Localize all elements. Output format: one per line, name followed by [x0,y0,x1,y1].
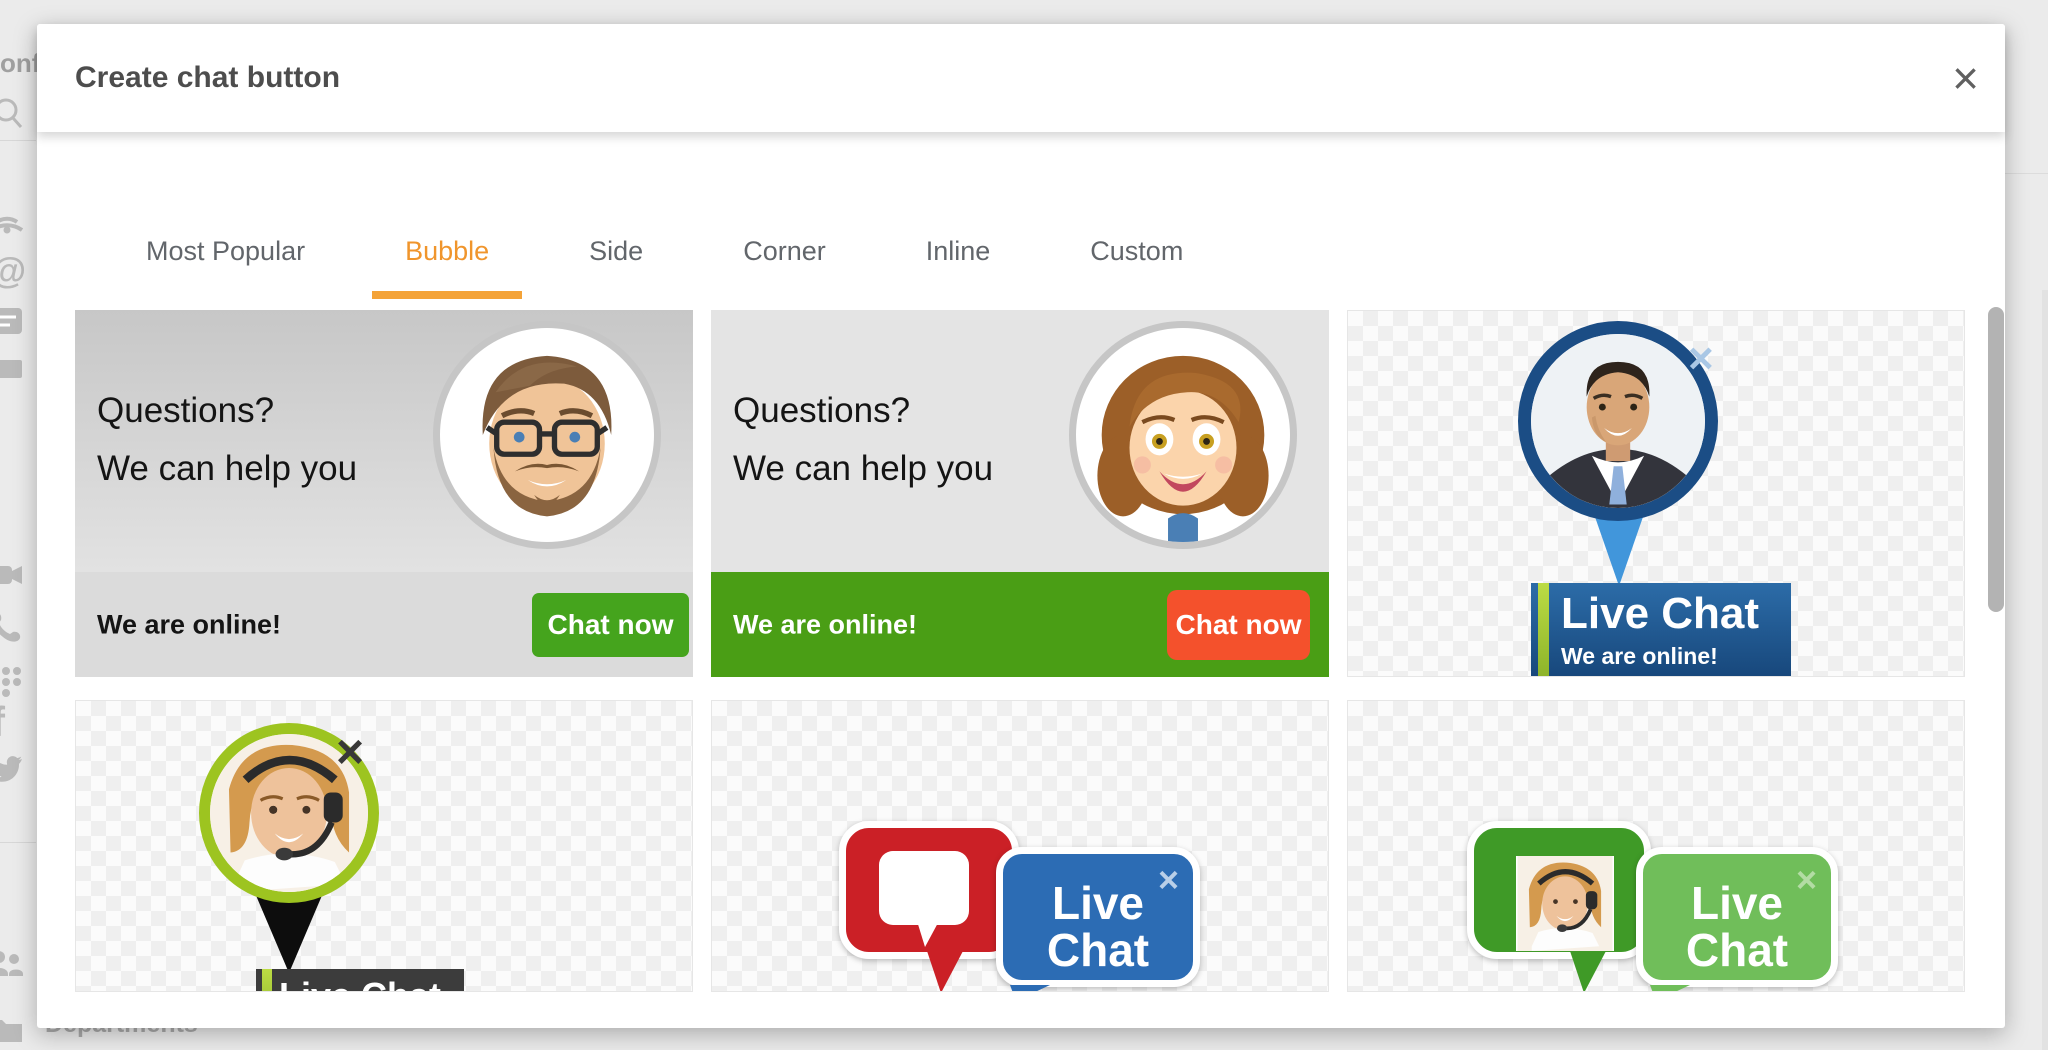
facebook-icon[interactable]: f [0,698,5,746]
accent-stripe [1538,583,1549,677]
template-card-banner-green[interactable]: Questions? We can help you [711,310,1329,677]
twitter-icon[interactable] [0,752,24,786]
modal-title: Create chat button [75,61,340,95]
modal-scrollbar-thumb[interactable] [1988,307,2004,612]
folder-icon[interactable] [0,1012,24,1046]
preview-close-icon: × [1158,862,1179,898]
status-text: We are online! [733,609,917,640]
preview-close-icon: × [336,729,364,777]
speech-line2: Chat [1003,927,1193,974]
template-card-bubble-blue[interactable]: × Live Chat We are online! [1347,310,1965,677]
speech-bubble-dark-green [1467,821,1651,959]
banner-status-bar: We are online! Chat now [75,572,693,677]
template-card-bubble-dark[interactable]: × Live Chat [75,700,693,992]
agent-photo [1516,856,1614,951]
live-chat-title: Live Chat [256,975,464,992]
chat-now-button: Chat now [532,593,689,657]
tab-corner[interactable]: Corner [743,230,826,299]
create-chat-button-modal: Create chat button × Most Popular Bubble… [37,24,2005,1028]
live-chat-bar: Live Chat We are online! [1531,583,1791,677]
speech-bubble-blue-tail [1010,985,1050,992]
tab-custom[interactable]: Custom [1090,230,1183,299]
tab-side[interactable]: Side [589,230,643,299]
live-chat-title: Live Chat [1561,589,1759,639]
avatar-cartoon-woman [1069,321,1297,549]
sidebar-divider [0,140,36,141]
banner-heading-line1: Questions? [97,382,357,440]
speech-bubble-dark-green-tail [1570,951,1606,992]
speech-line2: Chat [1643,927,1831,974]
banner-icon[interactable] [0,352,24,386]
tab-inline[interactable]: Inline [926,230,991,299]
at-icon[interactable]: @ [0,250,26,292]
modal-header: Create chat button × [37,24,2005,132]
browser-scrollbar[interactable] [2042,290,2048,1050]
tab-bar: Most Popular Bubble Side Corner Inline C… [146,230,1283,299]
background-toolbar-edge [2005,173,2048,174]
banner-heading-line2: We can help you [97,440,357,498]
preview-close-icon: × [1688,337,1714,381]
avatar-cartoon-man [433,321,661,549]
chat-now-button: Chat now [1167,590,1310,660]
banner-heading-line2: We can help you [733,440,993,498]
speech-bubble-red-tail [927,951,963,992]
speech-bubble-light-green: Live Chat × [1636,847,1838,987]
wifi-icon[interactable] [0,200,24,234]
phone-icon[interactable] [0,610,24,644]
live-chat-bar: Live Chat [256,969,464,992]
preview-close-icon: × [1796,862,1817,898]
users-icon[interactable] [0,948,24,982]
template-card-speech-blue[interactable]: Live Chat × [711,700,1329,992]
tab-bubble[interactable]: Bubble [405,230,489,299]
template-grid: Questions? We can help you [75,310,1965,992]
close-icon[interactable]: × [1952,55,1979,101]
status-text: We are online! [97,609,281,640]
list-icon[interactable] [0,304,24,338]
speech-bubble-inner-white [879,851,969,925]
tab-most-popular[interactable]: Most Popular [146,230,305,299]
search-icon[interactable] [0,96,24,130]
banner-heading-line1: Questions? [733,382,993,440]
template-card-speech-green[interactable]: Live Chat × [1347,700,1965,992]
banner-heading: Questions? We can help you [733,382,993,498]
apps-icon[interactable] [0,664,24,698]
screen: onfi @ f [0,0,2048,1050]
speech-bubble-inner-white-tail [917,921,939,947]
template-card-banner-gray[interactable]: Questions? We can help you [75,310,693,677]
banner-heading: Questions? We can help you [97,382,357,498]
live-chat-status: We are online! [1561,643,1718,670]
banner-status-bar: We are online! Chat now [711,572,1329,677]
sidebar-divider [0,842,36,843]
video-camera-icon[interactable] [0,558,24,592]
speech-bubble-blue: Live Chat × [996,847,1200,987]
speech-bubble-light-green-tail [1650,985,1690,992]
